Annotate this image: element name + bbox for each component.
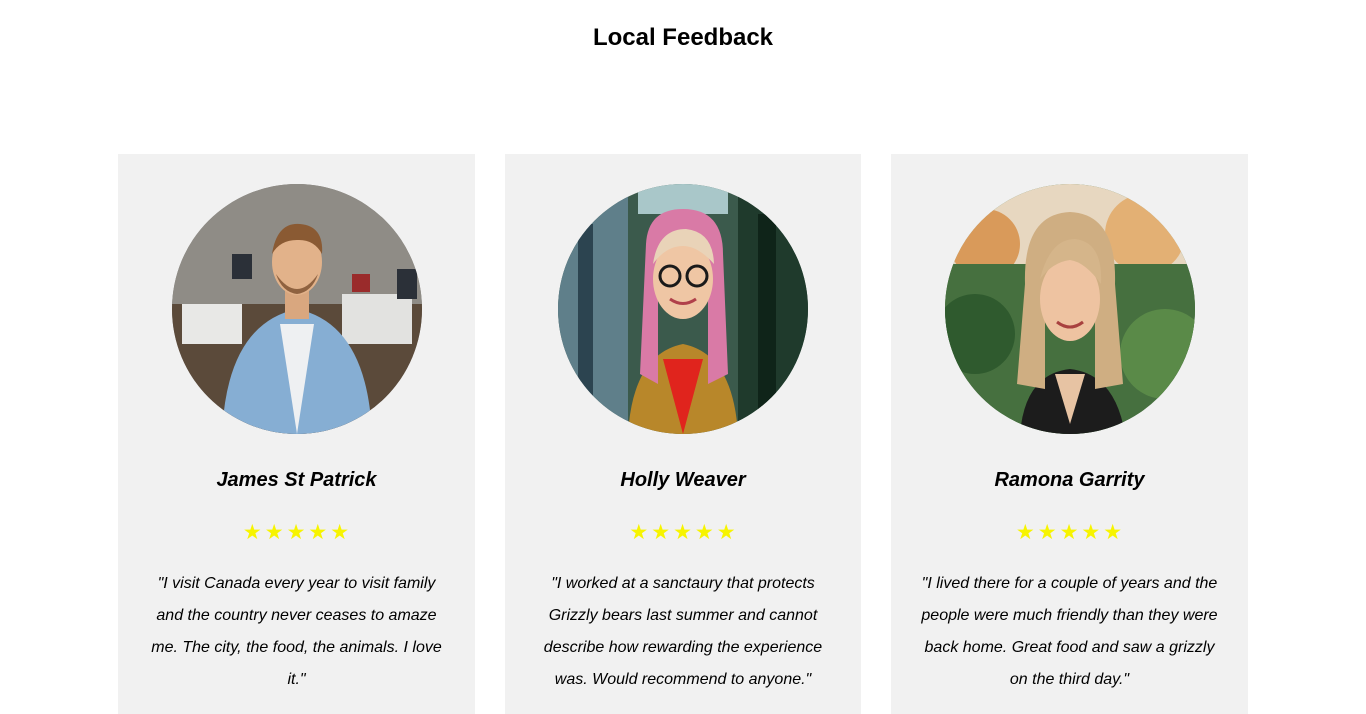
testimonial-name: Ramona Garrity (994, 469, 1145, 491)
avatar (944, 184, 1195, 434)
star-icon: ★ (1037, 521, 1058, 544)
star-icon: ★ (1059, 521, 1080, 544)
testimonial-card: Holly Weaver ★★★★★ "I worked at a sancta… (505, 154, 861, 714)
man-in-office-photo (171, 184, 422, 434)
star-icon: ★ (308, 521, 329, 544)
testimonial-name: Holly Weaver (620, 469, 746, 491)
star-icon: ★ (673, 521, 693, 544)
testimonial-quote: "I worked at a sanctaury that protects G… (543, 575, 823, 688)
avatar (171, 184, 422, 434)
star-icon: ★ (1081, 521, 1102, 544)
page-title: Local Feedback (592, 24, 774, 51)
star-icon: ★ (694, 521, 715, 544)
star-icon: ★ (651, 521, 672, 544)
star-icon: ★ (286, 521, 307, 544)
star-rating: ★★★★★ (118, 518, 475, 548)
star-icon: ★ (1103, 521, 1124, 544)
star-rating: ★★★★★ (505, 518, 861, 548)
star-icon: ★ (242, 521, 263, 544)
woman-outdoors-photo (944, 184, 1195, 434)
star-rating: ★★★★★ (891, 518, 1248, 548)
star-icon: ★ (264, 521, 285, 544)
avatar (558, 184, 808, 434)
testimonial-list: James St Patrick ★★★★★ "I visit Canada e… (118, 154, 1248, 714)
woman-with-glasses-photo (558, 184, 808, 434)
testimonial-quote: "I lived there for a couple of years and… (921, 575, 1218, 688)
star-icon: ★ (716, 521, 737, 544)
star-icon: ★ (629, 521, 650, 544)
testimonial-quote: "I visit Canada every year to visit fami… (151, 575, 442, 688)
testimonial-card: Ramona Garrity ★★★★★ "I lived there for … (891, 154, 1248, 714)
testimonial-card: James St Patrick ★★★★★ "I visit Canada e… (118, 154, 475, 714)
star-icon: ★ (330, 521, 351, 544)
star-icon: ★ (1015, 521, 1036, 544)
testimonial-name: James St Patrick (216, 469, 377, 491)
